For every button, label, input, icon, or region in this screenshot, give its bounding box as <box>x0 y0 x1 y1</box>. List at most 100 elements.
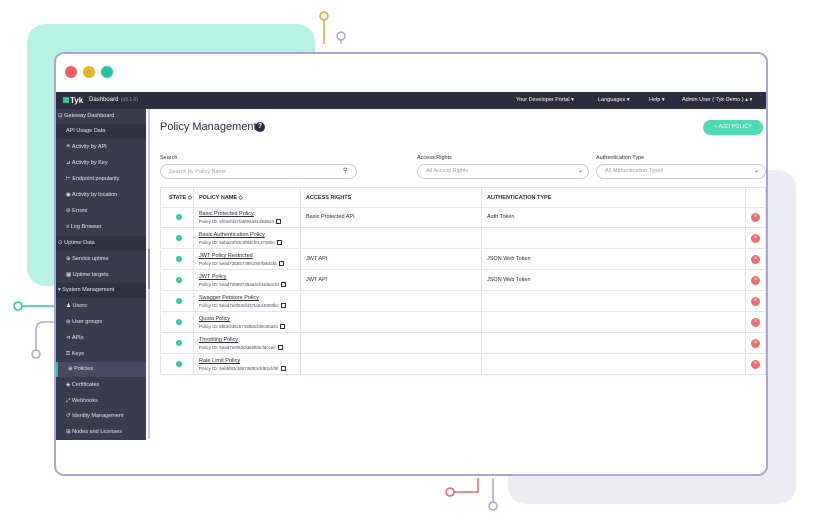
sidebar-item-activity-by-location[interactable]: ◉ Activity by location <box>56 188 146 203</box>
access-rights-value: JWT API <box>306 277 328 283</box>
sidebar-item-keys[interactable]: ⚿ Keys <box>56 347 146 362</box>
close-window-dot[interactable] <box>65 66 77 78</box>
auth-type-label: Authentication Type <box>596 155 645 161</box>
search-label: Search <box>160 155 178 161</box>
app-name: Dashboard <box>89 97 119 103</box>
delete-icon[interactable]: × <box>751 318 760 327</box>
active-state-icon: ✓ <box>176 319 182 325</box>
policy-id: Policy ID: 5f83cfd5c5735f83cfd8c8ba81 <box>199 324 286 329</box>
policy-name-link[interactable]: Basic Authentication Policy <box>199 232 265 238</box>
delete-icon[interactable]: × <box>751 234 760 243</box>
column-policy-name[interactable]: POLICY NAME ◇ <box>199 195 243 201</box>
table-row[interactable]: ✓ Swagger Petstore Policy Policy ID: 5ea… <box>160 292 766 312</box>
page-title: Policy Management <box>160 121 257 133</box>
logo-text: Tyk <box>70 96 84 105</box>
sidebar-item-user-groups[interactable]: ⊛ User groups <box>56 315 146 330</box>
maximize-window-dot[interactable] <box>101 66 113 78</box>
sidebar-item-service-uptime[interactable]: ⊕ Service uptime <box>56 252 146 267</box>
table-row[interactable]: ✓ Quota Policy Policy ID: 5f83cfd5c5735f… <box>160 313 766 333</box>
column-state[interactable]: STATE ◇ <box>169 195 192 201</box>
app-navbar: Tyk Dashboard (v3.1.0) Your Developer Po… <box>56 92 766 109</box>
active-state-icon: ✓ <box>176 298 182 304</box>
active-state-icon: ✓ <box>176 235 182 241</box>
chevron-down-icon: ⌄ <box>754 168 760 174</box>
copy-icon[interactable] <box>277 345 283 350</box>
active-state-icon: ✓ <box>176 361 182 367</box>
developer-portal-menu[interactable]: Your Developer Portal ▾ <box>516 97 574 103</box>
languages-menu[interactable]: Languages ▾ <box>598 97 630 103</box>
add-policy-button[interactable]: + ADD POLICY <box>703 120 763 135</box>
minimize-window-dot[interactable] <box>83 66 95 78</box>
delete-icon[interactable]: × <box>751 360 760 369</box>
copy-icon[interactable] <box>276 240 282 245</box>
delete-icon[interactable]: × <box>751 213 760 222</box>
table-row[interactable]: ✓ JWT Policy Policy ID: 5ead72955735aa3c… <box>160 271 766 291</box>
policy-name-link[interactable]: Rate Limit Policy <box>199 358 240 364</box>
policy-name-link[interactable]: Swagger Petstore Policy <box>199 295 259 301</box>
active-state-icon: ✓ <box>176 214 182 220</box>
sidebar-item-users[interactable]: ♟ Users <box>56 299 146 314</box>
sidebar-item-log-browser[interactable]: ≡ Log Browser <box>56 220 146 235</box>
active-state-icon: ✓ <box>176 256 182 262</box>
sidebar-item-certificates[interactable]: ◈ Certificates <box>56 378 146 393</box>
sidebar-section-system-management[interactable]: ▾ System Management <box>56 283 146 298</box>
sidebar-item-endpoint-popularity[interactable]: ⊢ Endpoint popularity <box>56 172 146 187</box>
help-menu[interactable]: Help ▾ <box>649 97 665 103</box>
policy-name-link[interactable]: Basic Protected Policy <box>199 211 254 217</box>
sidebar-item-identity-management[interactable]: ↺ Identity Management <box>56 409 146 424</box>
search-icon[interactable]: ⚲ <box>343 167 347 174</box>
sidebar-item-policies[interactable]: ⊕ Policies <box>56 362 146 377</box>
column-authentication-type: AUTHENTICATION TYPE <box>487 195 552 201</box>
sidebar-item-activity-by-api[interactable]: ≗ Activity by API <box>56 140 146 155</box>
table-header: STATE ◇ POLICY NAME ◇ ACCESS RIGHTS AUTH… <box>160 187 766 208</box>
copy-icon[interactable] <box>280 303 286 308</box>
access-rights-select[interactable]: All Access Rights <box>417 164 589 179</box>
delete-icon[interactable]: × <box>751 276 760 285</box>
auth-type-select[interactable]: All Authentication Types <box>596 164 766 179</box>
sidebar-item-errors[interactable]: ⊘ Errors <box>56 204 146 219</box>
policy-id: Policy ID: 5ead7e5f83cfde5f83cfdccee <box>199 345 283 350</box>
user-menu[interactable]: Admin User ( Tyk Demo ) ▴ ▾ <box>682 97 752 103</box>
table-row[interactable]: ✓ Basic Authentication Policy Policy ID:… <box>160 229 766 249</box>
copy-icon[interactable] <box>280 366 286 371</box>
table-row[interactable]: ✓ Basic Protected Policy Policy ID: 5f03… <box>160 208 766 228</box>
policy-name-link[interactable]: JWT Policy Restricted <box>199 253 253 259</box>
policy-name-link[interactable]: Throttling Policy <box>199 337 238 343</box>
policy-id: Policy ID: 5f03cfd37fa5f92a91d5d824 <box>199 219 282 224</box>
main-content: Policy Management ? + ADD POLICY Search … <box>150 109 766 440</box>
auth-type-value: Auth Token <box>487 214 515 220</box>
sidebar-item-apis[interactable]: ⊲ APIs <box>56 331 146 346</box>
policy-name-link[interactable]: JWT Policy <box>199 274 226 280</box>
copy-icon[interactable] <box>280 282 286 287</box>
sidebar-item-nodes-and-licenses[interactable]: ⊞ Nodes and Licenses <box>56 425 146 440</box>
policy-name-link[interactable]: Quota Policy <box>199 316 230 322</box>
sidebar-section-api-usage-data[interactable]: API Usage Data <box>56 124 146 139</box>
help-icon[interactable]: ? <box>255 122 265 132</box>
copy-icon[interactable] <box>278 261 284 266</box>
sidebar-item-gateway-dashboard[interactable]: ⊡ Gateway Dashboard <box>56 109 146 124</box>
search-input[interactable] <box>160 164 357 179</box>
delete-icon[interactable]: × <box>751 297 760 306</box>
column-access-rights: ACCESS RIGHTS <box>306 195 352 201</box>
auth-type-value: JSON Web Token <box>487 277 531 283</box>
chevron-down-icon: ⌄ <box>578 168 584 174</box>
tyk-logo-icon <box>63 97 69 103</box>
active-state-icon: ✓ <box>176 277 182 283</box>
table-row[interactable]: ✓ JWT Policy Restricted Policy ID: 5ead7… <box>160 250 766 270</box>
policy-id: Policy ID: 5ead72955735aa3cfd4d63cfd <box>199 282 286 287</box>
sidebar-item-activity-by-key[interactable]: ⊿ Activity by Key <box>56 156 146 171</box>
window-titlebar <box>56 54 766 92</box>
tyk-logo[interactable]: Tyk <box>63 96 83 105</box>
table-row[interactable]: ✓ Rate Limit Policy Policy ID: 5eb5f83cf… <box>160 355 766 375</box>
sidebar-section-uptime-data[interactable]: ⊙ Uptime Data <box>56 236 146 251</box>
app-version: (v3.1.0) <box>121 97 138 103</box>
sidebar-item-uptime-targets[interactable]: ▦ Uptime targets <box>56 268 146 283</box>
delete-icon[interactable]: × <box>751 339 760 348</box>
sidebar-item-webhooks[interactable]: ⤢ Webhooks <box>56 394 146 409</box>
delete-icon[interactable]: × <box>751 255 760 264</box>
copy-icon[interactable] <box>280 324 286 329</box>
auth-type-value: JSON Web Token <box>487 256 531 262</box>
table-row[interactable]: ✓ Throttling Policy Policy ID: 5ead7e5f8… <box>160 334 766 354</box>
copy-icon[interactable] <box>276 219 282 224</box>
browser-window: Tyk Dashboard (v3.1.0) Your Developer Po… <box>54 52 768 476</box>
